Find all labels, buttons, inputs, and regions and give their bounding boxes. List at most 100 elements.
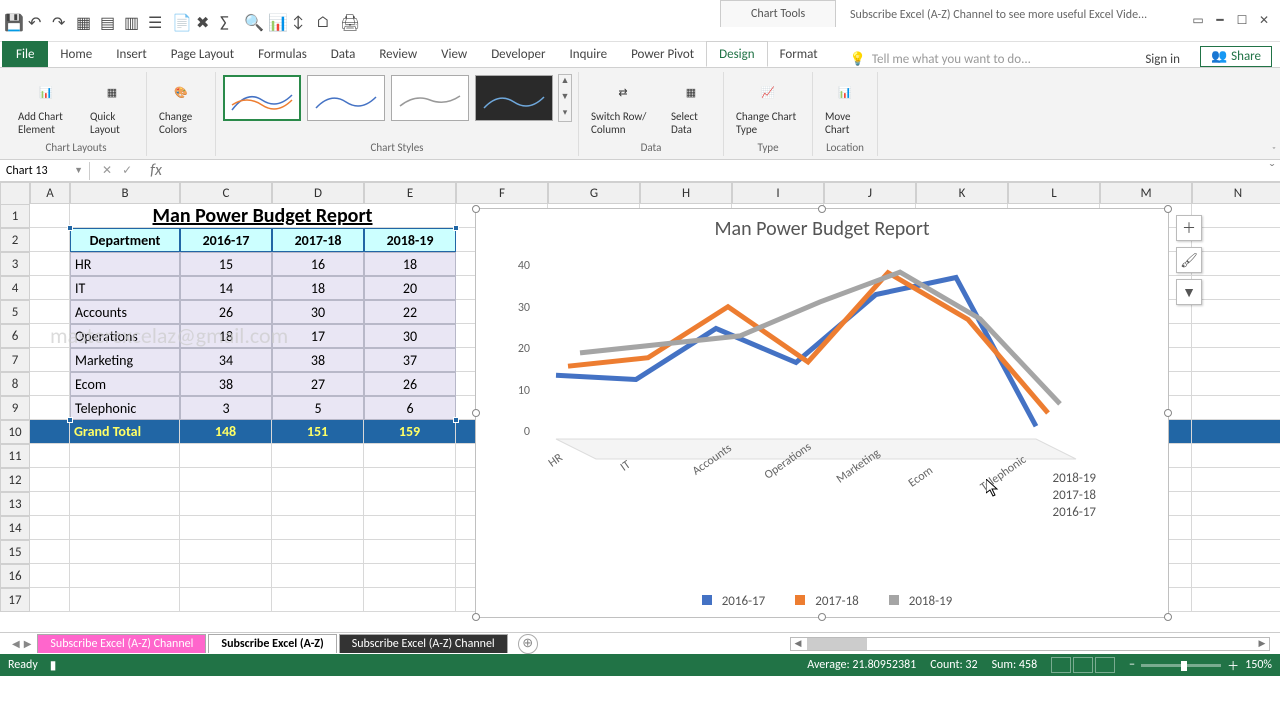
tab-data[interactable]: Data [319, 41, 368, 67]
cell[interactable]: 38 [272, 348, 364, 372]
fx-icon[interactable]: fx [144, 161, 168, 180]
column-header[interactable]: H [640, 182, 732, 204]
cell[interactable] [1192, 324, 1280, 348]
cell[interactable] [30, 396, 70, 420]
cell[interactable] [30, 540, 70, 564]
cell[interactable]: Man Power Budget Report [70, 204, 456, 228]
cancel-formula-icon[interactable]: ✕ [102, 163, 112, 178]
row-header[interactable]: 17 [0, 588, 30, 612]
name-box[interactable]: Chart 13 ▼ [0, 162, 90, 180]
save-icon[interactable]: 💾 [4, 13, 20, 29]
cell[interactable] [70, 468, 180, 492]
cell[interactable] [272, 444, 364, 468]
cell[interactable]: 2018-19 [364, 228, 456, 252]
chart-style-4[interactable] [475, 75, 553, 121]
redo-icon[interactable]: ↷ [52, 13, 68, 29]
cell[interactable] [364, 564, 456, 588]
cell[interactable]: 151 [272, 420, 364, 444]
cell[interactable]: 30 [364, 324, 456, 348]
ribbon-options-icon[interactable]: ▭ [1188, 11, 1208, 31]
cell[interactable]: Marketing [70, 348, 180, 372]
row-header[interactable]: 15 [0, 540, 30, 564]
cell[interactable]: 18 [180, 324, 272, 348]
cell[interactable] [272, 564, 364, 588]
share-button[interactable]: 👥 Share [1200, 46, 1272, 67]
tab-file[interactable]: File [2, 41, 48, 67]
chart-handle[interactable] [1164, 409, 1172, 417]
collapse-ribbon-icon[interactable]: ˇ [1272, 144, 1276, 157]
cell[interactable] [1192, 276, 1280, 300]
cell[interactable] [30, 324, 70, 348]
cell[interactable] [272, 492, 364, 516]
cell[interactable]: 22 [364, 300, 456, 324]
tab-design[interactable]: Design [706, 41, 767, 67]
qat-icon[interactable]: 🔍 [244, 13, 260, 29]
cell[interactable] [180, 468, 272, 492]
close-icon[interactable]: ✕ [1254, 11, 1274, 31]
cell[interactable]: Grand Total [70, 420, 180, 444]
row-header[interactable]: 9 [0, 396, 30, 420]
tab-developer[interactable]: Developer [479, 41, 557, 67]
cell[interactable]: Telephonic [70, 396, 180, 420]
cell[interactable]: 18 [272, 276, 364, 300]
view-buttons[interactable] [1051, 657, 1115, 673]
selection-handle[interactable] [67, 417, 73, 423]
cell[interactable] [364, 468, 456, 492]
row-header[interactable]: 12 [0, 468, 30, 492]
cell[interactable] [1192, 228, 1280, 252]
cell[interactable] [1192, 348, 1280, 372]
cell[interactable]: 34 [180, 348, 272, 372]
cell[interactable]: 37 [364, 348, 456, 372]
column-header[interactable]: A [30, 182, 70, 204]
cell[interactable] [30, 300, 70, 324]
expand-formula-bar-icon[interactable]: ˇ [1264, 161, 1280, 180]
chart-handle[interactable] [472, 613, 480, 621]
row-header[interactable]: 3 [0, 252, 30, 276]
cell[interactable] [364, 492, 456, 516]
cell[interactable]: 16 [272, 252, 364, 276]
cell[interactable] [364, 540, 456, 564]
change-colors-button[interactable]: 🎨 Change Colors [153, 74, 209, 138]
cell[interactable] [180, 492, 272, 516]
worksheet-grid[interactable]: ABCDEFGHIJKLMN 1234567891011121314151617… [0, 182, 1280, 632]
row-header[interactable]: 7 [0, 348, 30, 372]
cell[interactable] [1192, 492, 1280, 516]
cell[interactable] [180, 564, 272, 588]
tab-page-layout[interactable]: Page Layout [159, 41, 246, 67]
cell[interactable] [272, 516, 364, 540]
horizontal-scrollbar[interactable]: ◀▶ [790, 637, 1270, 651]
column-header[interactable]: D [272, 182, 364, 204]
chart-handle[interactable] [472, 205, 480, 213]
tab-insert[interactable]: Insert [104, 41, 159, 67]
cell[interactable] [180, 588, 272, 612]
cell[interactable] [70, 492, 180, 516]
row-header[interactable]: 5 [0, 300, 30, 324]
cell[interactable] [30, 516, 70, 540]
tab-format[interactable]: Format [768, 41, 830, 67]
switch-row-column-button[interactable]: ⇄ Switch Row/ Column [585, 74, 661, 138]
cell[interactable]: 27 [272, 372, 364, 396]
cell[interactable] [1192, 444, 1280, 468]
cell[interactable]: 2016-17 [180, 228, 272, 252]
move-chart-button[interactable]: 📊 Move Chart [819, 74, 871, 138]
macro-record-icon[interactable]: ▮ [50, 658, 57, 673]
row-header[interactable]: 2 [0, 228, 30, 252]
row-header[interactable]: 14 [0, 516, 30, 540]
chevron-down-icon[interactable]: ▼ [74, 165, 83, 176]
cell[interactable] [30, 564, 70, 588]
cell[interactable] [1192, 204, 1280, 228]
cell[interactable] [1192, 420, 1280, 444]
cell[interactable] [30, 228, 70, 252]
maximize-icon[interactable]: ☐ [1232, 11, 1252, 31]
qat-icon[interactable]: ✖ [196, 13, 212, 29]
cell[interactable] [30, 444, 70, 468]
cell[interactable]: 2017-18 [272, 228, 364, 252]
cell[interactable] [1192, 372, 1280, 396]
qat-icon[interactable]: 🖨 [340, 13, 356, 29]
chart-object[interactable]: ＋ 🖌 ▼ Man Power Budget Report 403020100 … [475, 208, 1169, 618]
cell[interactable]: Accounts [70, 300, 180, 324]
chart-style-3[interactable] [391, 75, 469, 121]
chart-style-1[interactable] [223, 75, 301, 121]
chart-style-2[interactable] [307, 75, 385, 121]
tab-view[interactable]: View [429, 41, 479, 67]
